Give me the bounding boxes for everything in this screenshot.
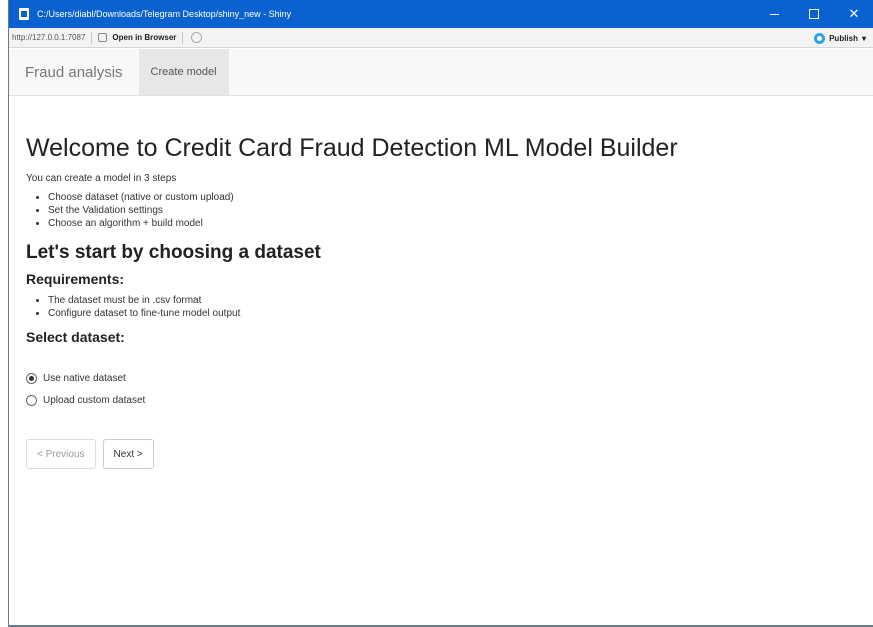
window-title: C:/Users/diabl/Downloads/Telegram Deskto… xyxy=(37,9,292,19)
maximize-icon[interactable] xyxy=(794,0,834,28)
requirements-list: The dataset must be in .csv format Confi… xyxy=(48,294,866,320)
chevron-down-icon: ▾ xyxy=(861,33,866,43)
radio-unchecked-icon[interactable] xyxy=(26,394,37,406)
publish-button[interactable]: Publish ▾ xyxy=(814,28,866,48)
page-title: Welcome to Credit Card Fraud Detection M… xyxy=(26,134,678,162)
refresh-icon[interactable] xyxy=(191,32,203,43)
radio-label: Upload custom dataset xyxy=(43,394,146,406)
radio-checked-icon[interactable] xyxy=(26,372,37,384)
app-navbar: Fraud analysis Create model xyxy=(9,49,873,96)
window-controls: ✕ xyxy=(754,0,873,28)
requirements-heading: Requirements: xyxy=(26,271,125,287)
publish-label: Publish xyxy=(829,33,858,43)
intro-text: You can create a model in 3 steps xyxy=(26,173,177,184)
publish-icon xyxy=(814,32,826,44)
list-item: Choose dataset (native or custom upload) xyxy=(48,191,866,204)
close-icon[interactable]: ✕ xyxy=(834,0,873,28)
main-content: Welcome to Credit Card Fraud Detection M… xyxy=(26,96,866,469)
window-titlebar[interactable]: C:/Users/diabl/Downloads/Telegram Deskto… xyxy=(9,0,873,28)
wizard-pager: < Previous Next > xyxy=(26,439,866,469)
navbar-brand[interactable]: Fraud analysis xyxy=(9,49,139,95)
radio-native-dataset[interactable]: Use native dataset xyxy=(26,367,866,389)
open-in-browser-button[interactable]: Open in Browser xyxy=(98,33,176,42)
list-item: The dataset must be in .csv format xyxy=(48,294,866,307)
previous-button[interactable]: < Previous xyxy=(26,439,96,469)
minimize-icon[interactable] xyxy=(754,0,794,28)
url-display: http://127.0.0.1:7087 xyxy=(12,33,86,42)
steps-list: Choose dataset (native or custom upload)… xyxy=(48,191,866,230)
viewer-toolbar: http://127.0.0.1:7087 Open in Browser Pu… xyxy=(9,28,873,48)
list-item: Set the Validation settings xyxy=(48,204,866,217)
toolbar-divider xyxy=(182,31,184,44)
dataset-radio-group: Use native dataset Upload custom dataset xyxy=(26,367,866,411)
next-button[interactable]: Next > xyxy=(102,439,154,469)
open-in-browser-label: Open in Browser xyxy=(112,33,177,42)
toolbar-divider xyxy=(91,31,93,44)
rstudio-viewer-window: C:/Users/diabl/Downloads/Telegram Deskto… xyxy=(8,0,873,627)
app-icon xyxy=(17,7,31,21)
list-item: Configure dataset to fine-tune model out… xyxy=(48,307,866,320)
external-link-icon xyxy=(98,33,108,42)
radio-custom-dataset[interactable]: Upload custom dataset xyxy=(26,389,866,411)
tab-create-model[interactable]: Create model xyxy=(138,49,229,95)
radio-label: Use native dataset xyxy=(43,372,126,384)
select-dataset-heading: Select dataset: xyxy=(26,329,125,345)
list-item: Choose an algorithm + build model xyxy=(48,217,866,230)
section-title: Let's start by choosing a dataset xyxy=(26,242,321,263)
